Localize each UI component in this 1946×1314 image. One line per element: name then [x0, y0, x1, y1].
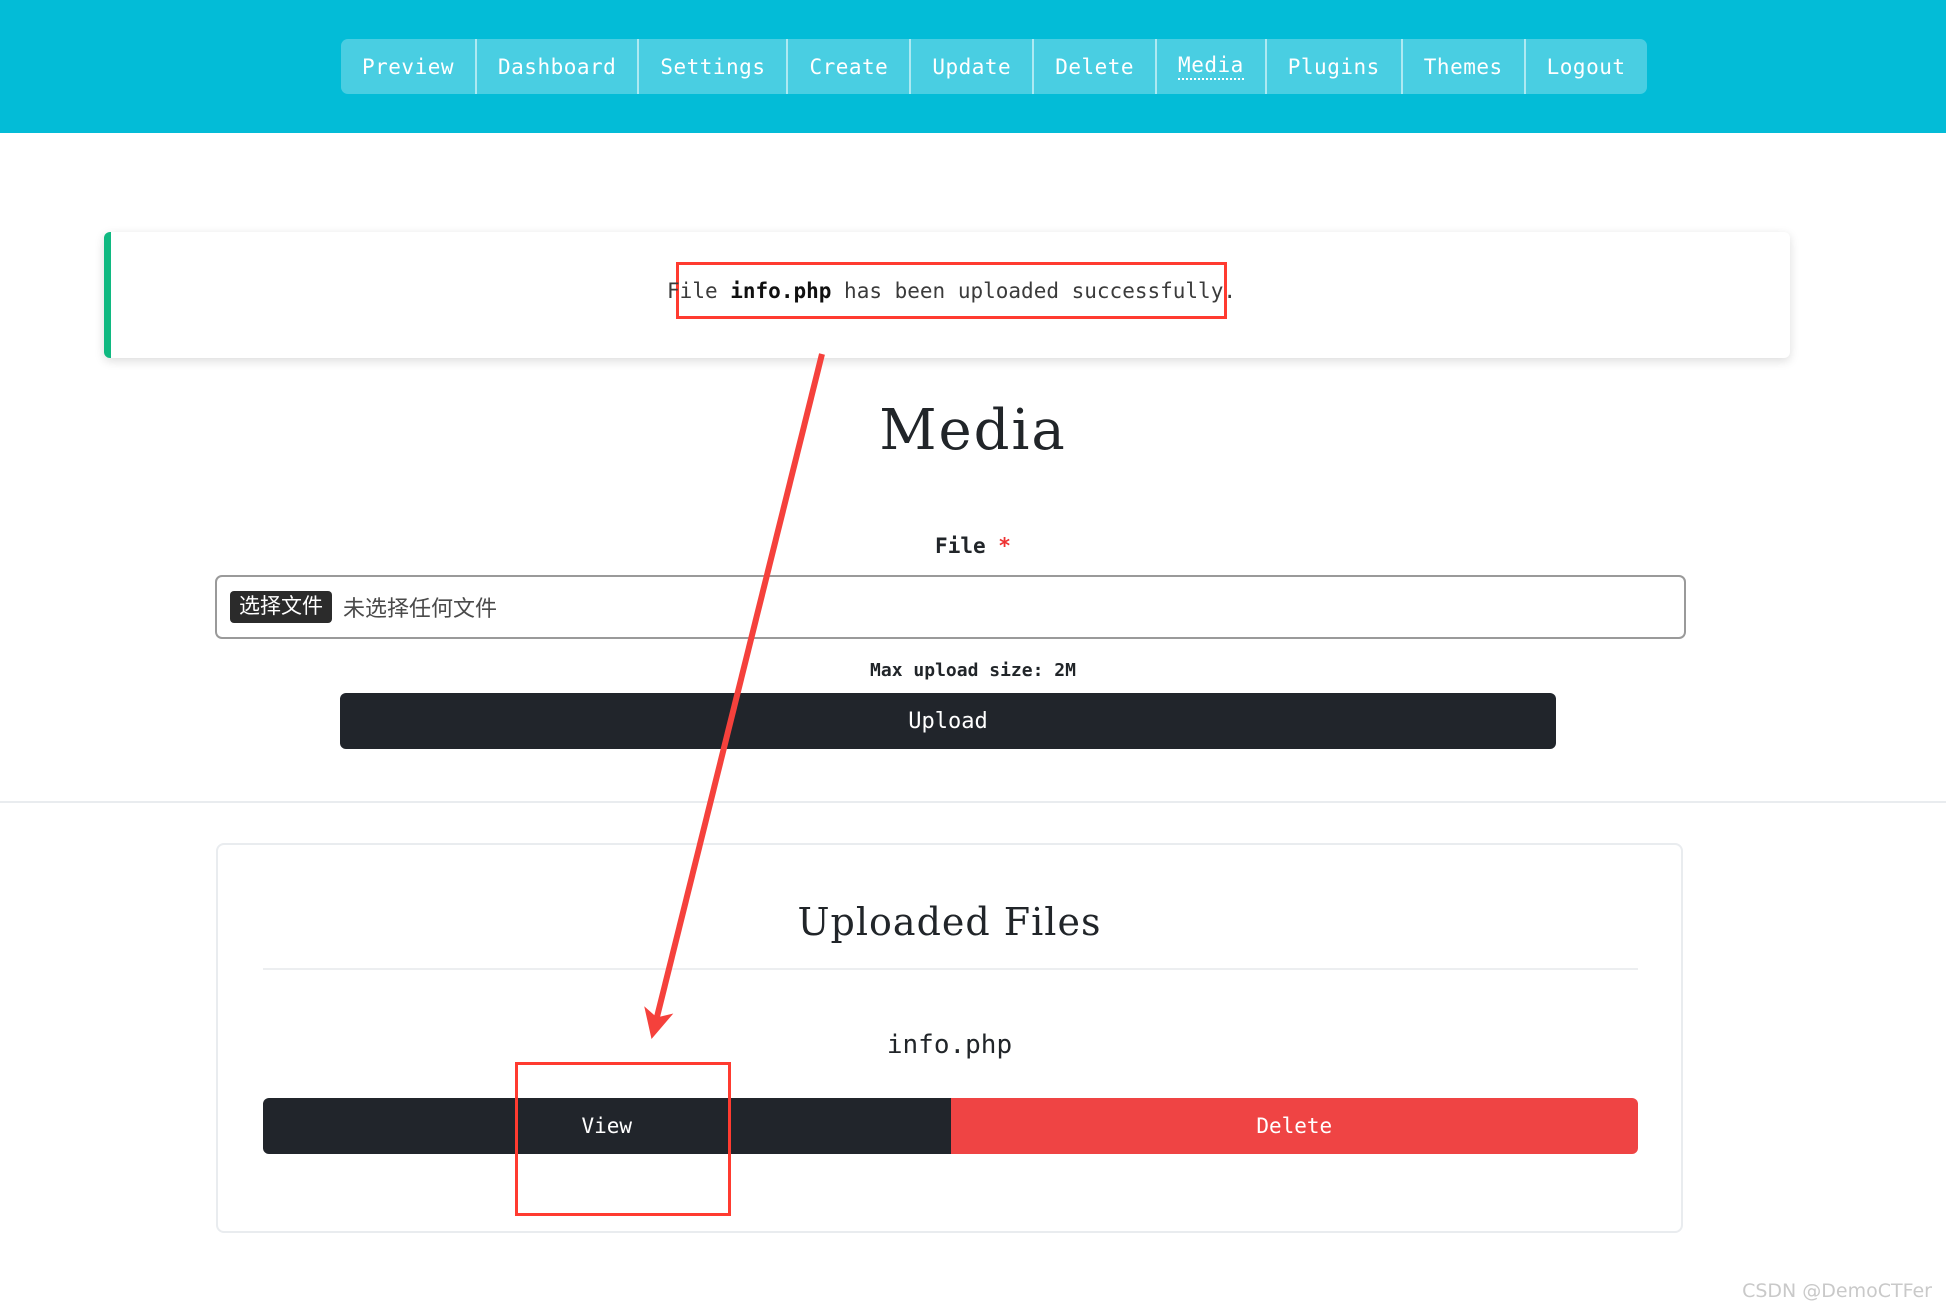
upload-button[interactable]: Upload [340, 693, 1556, 749]
top-navbar: Preview Dashboard Settings Create Update… [0, 0, 1946, 133]
nav-label: Dashboard [498, 54, 617, 79]
choose-file-button[interactable]: 选择文件 [230, 591, 332, 623]
nav-item-dashboard[interactable]: Dashboard [477, 39, 640, 94]
uploaded-file-name: info.php [886, 1030, 1013, 1060]
delete-file-button[interactable]: Delete [950, 1098, 1638, 1154]
nav-item-preview[interactable]: Preview [341, 39, 478, 94]
nav-label: Preview [362, 54, 455, 79]
page-title: Media [879, 398, 1067, 463]
alert-suffix: has been uploaded successfully. [831, 278, 1236, 303]
file-field-label-text: File [935, 534, 986, 558]
nav-item-media[interactable]: Media [1157, 39, 1267, 94]
page-root: Preview Dashboard Settings Create Update… [0, 0, 1946, 1314]
uploaded-files-divider [263, 968, 1638, 970]
required-asterisk: * [998, 534, 1011, 558]
watermark: CSDN @DemoCTFer [1742, 1280, 1932, 1302]
alert-message: File info.php has been uploaded successf… [667, 279, 1236, 303]
nav-item-update[interactable]: Update [911, 39, 1035, 94]
file-field-label: File * [0, 534, 1946, 558]
file-actions-group: View Delete [263, 1098, 1638, 1154]
alert-prefix: File [667, 278, 731, 303]
nav-label: Themes [1423, 54, 1503, 79]
annotation-box-alert-message: File info.php has been uploaded successf… [667, 262, 1236, 319]
nav-label: Plugins [1287, 54, 1380, 79]
uploaded-files-card: Uploaded Files info.php View Delete [216, 843, 1683, 1233]
section-divider [0, 801, 1946, 803]
view-file-button[interactable]: View [263, 1098, 951, 1154]
file-selection-status: 未选择任何文件 [343, 597, 498, 622]
file-input[interactable]: 选择文件 未选择任何文件 [215, 575, 1686, 639]
nav-label: Update [932, 54, 1012, 79]
nav-label: Logout [1546, 54, 1626, 79]
uploaded-files-title: Uploaded Files [797, 900, 1102, 944]
nav-item-themes[interactable]: Themes [1403, 39, 1526, 94]
nav-item-settings[interactable]: Settings [639, 39, 789, 94]
nav-label: Create [809, 54, 889, 79]
nav-item-logout[interactable]: Logout [1526, 39, 1647, 94]
alert-filename: info.php [730, 278, 832, 303]
nav-items-group: Preview Dashboard Settings Create Update… [341, 39, 1647, 94]
nav-label: Settings [660, 54, 766, 79]
nav-item-create[interactable]: Create [788, 39, 912, 94]
nav-item-plugins[interactable]: Plugins [1267, 39, 1403, 94]
nav-item-delete[interactable]: Delete [1034, 39, 1158, 94]
max-upload-size-hint: Max upload size: 2M [870, 660, 1076, 681]
nav-label: Media [1178, 53, 1244, 80]
nav-label: Delete [1055, 54, 1135, 79]
